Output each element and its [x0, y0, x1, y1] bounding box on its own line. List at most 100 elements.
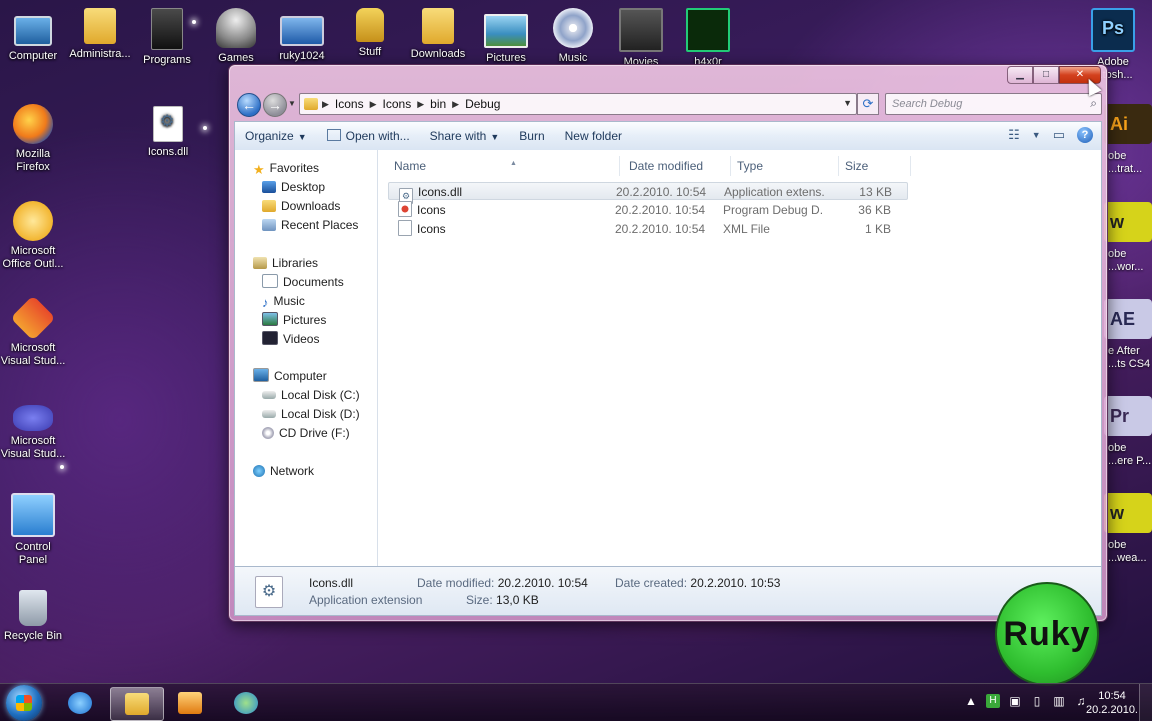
desktop-icon-recycle-bin[interactable]: Recycle Bin — [0, 590, 71, 643]
desktop-icon-programs[interactable]: Programs — [129, 8, 205, 67]
file-size: 13 KB — [859, 185, 892, 199]
new-folder-button[interactable]: New folder — [555, 129, 632, 143]
after-effects-icon[interactable]: AE — [1104, 299, 1152, 339]
column-header-size[interactable]: Size — [839, 156, 911, 176]
breadcrumb-debug[interactable]: Debug — [459, 97, 506, 111]
desktop-icon-h4x0r[interactable]: h4x0r — [670, 8, 746, 69]
desktop-icon-stuff[interactable]: Stuff — [332, 8, 408, 59]
column-header-date[interactable]: Date modified — [623, 156, 731, 176]
desktop-icon-computer[interactable]: Computer — [0, 8, 71, 63]
photoshop-icon: Ps — [1091, 8, 1135, 52]
desktop-icon-movies[interactable]: Movies — [603, 8, 679, 69]
desktop-icon-firefox[interactable]: Mozilla Firefox — [0, 104, 71, 174]
desktop-icon-label: Office Outl... — [2, 258, 64, 270]
network-icon — [253, 465, 265, 477]
desktop-icon-visual-studio[interactable]: Microsoft Visual Stud... — [0, 295, 71, 368]
nav-item-desktop[interactable]: Desktop — [262, 178, 325, 196]
taskbar-internet-explorer[interactable] — [54, 687, 106, 719]
desktop-icon-label: Downloads — [410, 48, 466, 60]
show-desktop-button[interactable] — [1139, 684, 1152, 721]
desktop-icon-ruky1024[interactable]: ruky1024 — [264, 8, 340, 63]
nav-item-libraries[interactable]: Libraries — [253, 254, 318, 272]
nav-item-computer[interactable]: Computer — [253, 367, 327, 385]
tray-app-icon[interactable]: H — [986, 694, 1000, 708]
document-icon — [262, 274, 278, 288]
nav-item-network[interactable]: Network — [253, 462, 314, 480]
maximize-button[interactable]: □ — [1033, 66, 1059, 84]
file-row[interactable]: ⚙ Icons.dll 20.2.2010. 10:54 Application … — [388, 182, 908, 204]
forward-button[interactable]: → — [263, 93, 287, 117]
nav-item-recent-places[interactable]: Recent Places — [262, 216, 358, 234]
address-bar[interactable]: ▶ Icons ▶ Icons ▶ bin ▶ Debug ▼ — [299, 93, 857, 115]
clock[interactable]: 10:54 20.2.2010. — [1086, 689, 1138, 717]
nav-item-favorites[interactable]: ★ Favorites — [253, 159, 319, 177]
nav-item-pictures[interactable]: Pictures — [262, 311, 326, 329]
breadcrumb-icons-2[interactable]: Icons — [377, 97, 418, 111]
taskbar-explorer[interactable] — [110, 687, 164, 721]
dll-file-icon: ⚙ — [255, 576, 283, 608]
network-icon[interactable]: ▥ — [1052, 694, 1066, 708]
nav-item-cd-drive[interactable]: CD Drive (F:) — [262, 424, 350, 442]
tray-device-icon[interactable]: ▯ — [1030, 694, 1044, 708]
search-input[interactable]: Search Debug ⌕ — [885, 93, 1102, 115]
taskbar: ▲ H ▣ ▯ ▥ ♫ 10:54 20.2.2010. — [0, 683, 1152, 721]
desktop-icon-visual-studio-2[interactable]: Microsoft Visual Stud... — [0, 395, 71, 461]
share-with-button[interactable]: Share with ▼ — [420, 129, 510, 143]
search-placeholder: Search Debug — [892, 98, 963, 110]
address-dropdown-icon[interactable]: ▼ — [843, 98, 852, 108]
desktop-icon-administrator[interactable]: Administra... — [62, 8, 138, 61]
taskbar-messenger[interactable] — [220, 687, 272, 719]
file-row[interactable]: Icons 20.2.2010. 10:54 Program Debug D..… — [388, 201, 908, 219]
column-header-type[interactable]: Type — [731, 156, 839, 176]
minimize-button[interactable]: ▁ — [1007, 66, 1033, 84]
nav-item-local-disk-c[interactable]: Local Disk (C:) — [262, 386, 360, 404]
clock-date: 20.2.2010. — [1086, 704, 1138, 716]
help-icon[interactable]: ? — [1077, 127, 1093, 143]
desktop-icon-outlook[interactable]: Microsoft Office Outl... — [0, 201, 71, 271]
illustrator-icon[interactable]: Ai — [1104, 104, 1152, 144]
desktop-icon — [262, 181, 276, 193]
desktop-icon-downloads[interactable]: Downloads — [400, 8, 476, 61]
dreamweaver-icon[interactable]: w — [1104, 202, 1152, 242]
refresh-button[interactable]: ⟳ — [857, 93, 879, 115]
nav-item-local-disk-d[interactable]: Local Disk (D:) — [262, 405, 360, 423]
breadcrumb-bin[interactable]: bin — [424, 97, 452, 111]
column-header-name[interactable]: Name ▲ — [388, 156, 620, 176]
premiere-icon[interactable]: Pr — [1104, 396, 1152, 436]
burn-button[interactable]: Burn — [509, 129, 554, 143]
details-date-created: Date created: 20.2.2010. 10:53 — [615, 576, 781, 590]
preview-pane-icon[interactable]: ▭ — [1053, 127, 1065, 143]
desktop-icon-label: Programs — [143, 54, 191, 66]
organize-button[interactable]: Organize ▼ — [235, 129, 317, 143]
breadcrumb-icons[interactable]: Icons — [329, 97, 370, 111]
open-with-button[interactable]: Open with... — [317, 129, 420, 143]
tray-gadget-icon[interactable]: ▣ — [1008, 694, 1022, 708]
desktop-icon-control-panel[interactable]: Control Panel — [0, 493, 71, 567]
system-tray: ▲ H ▣ ▯ ▥ ♫ — [964, 694, 1088, 708]
desktop-icon-label: Administra... — [69, 48, 131, 60]
nav-item-videos[interactable]: Videos — [262, 330, 319, 348]
back-button[interactable]: ← — [237, 93, 261, 117]
desktop-icon-icons-dll[interactable]: Icons.dll — [130, 106, 206, 159]
nav-item-documents[interactable]: Documents — [262, 273, 344, 291]
desktop-icon-label: Microsoft — [10, 245, 56, 257]
start-button[interactable] — [6, 685, 42, 721]
star-icon: ★ — [253, 162, 265, 177]
show-hidden-icons[interactable]: ▲ — [964, 694, 978, 708]
nav-item-music[interactable]: ♪ Music — [262, 292, 305, 310]
desktop-icon-label: Computer — [8, 50, 58, 62]
views-icon[interactable]: ☷ — [1008, 127, 1020, 143]
file-type: Program Debug D... — [723, 203, 823, 217]
desktop-icon-pictures[interactable]: Pictures — [468, 8, 544, 65]
xml-file-icon — [398, 220, 412, 236]
recent-pages-dropdown[interactable]: ▼ — [288, 99, 296, 108]
desktop-icon-music[interactable]: Music — [535, 8, 611, 65]
explorer-content: ★ Favorites Desktop Downloads Recent Plac… — [234, 150, 1102, 566]
file-row[interactable]: Icons 20.2.2010. 10:54 XML File 1 KB — [388, 220, 908, 238]
desktop-icon-games[interactable]: Games — [198, 8, 274, 65]
open-with-icon — [326, 129, 341, 141]
nav-item-downloads[interactable]: Downloads — [262, 197, 340, 215]
chevron-down-icon[interactable]: ▼ — [1032, 127, 1041, 143]
taskbar-media-player[interactable] — [164, 687, 216, 719]
dreamweaver-icon[interactable]: w — [1104, 493, 1152, 533]
